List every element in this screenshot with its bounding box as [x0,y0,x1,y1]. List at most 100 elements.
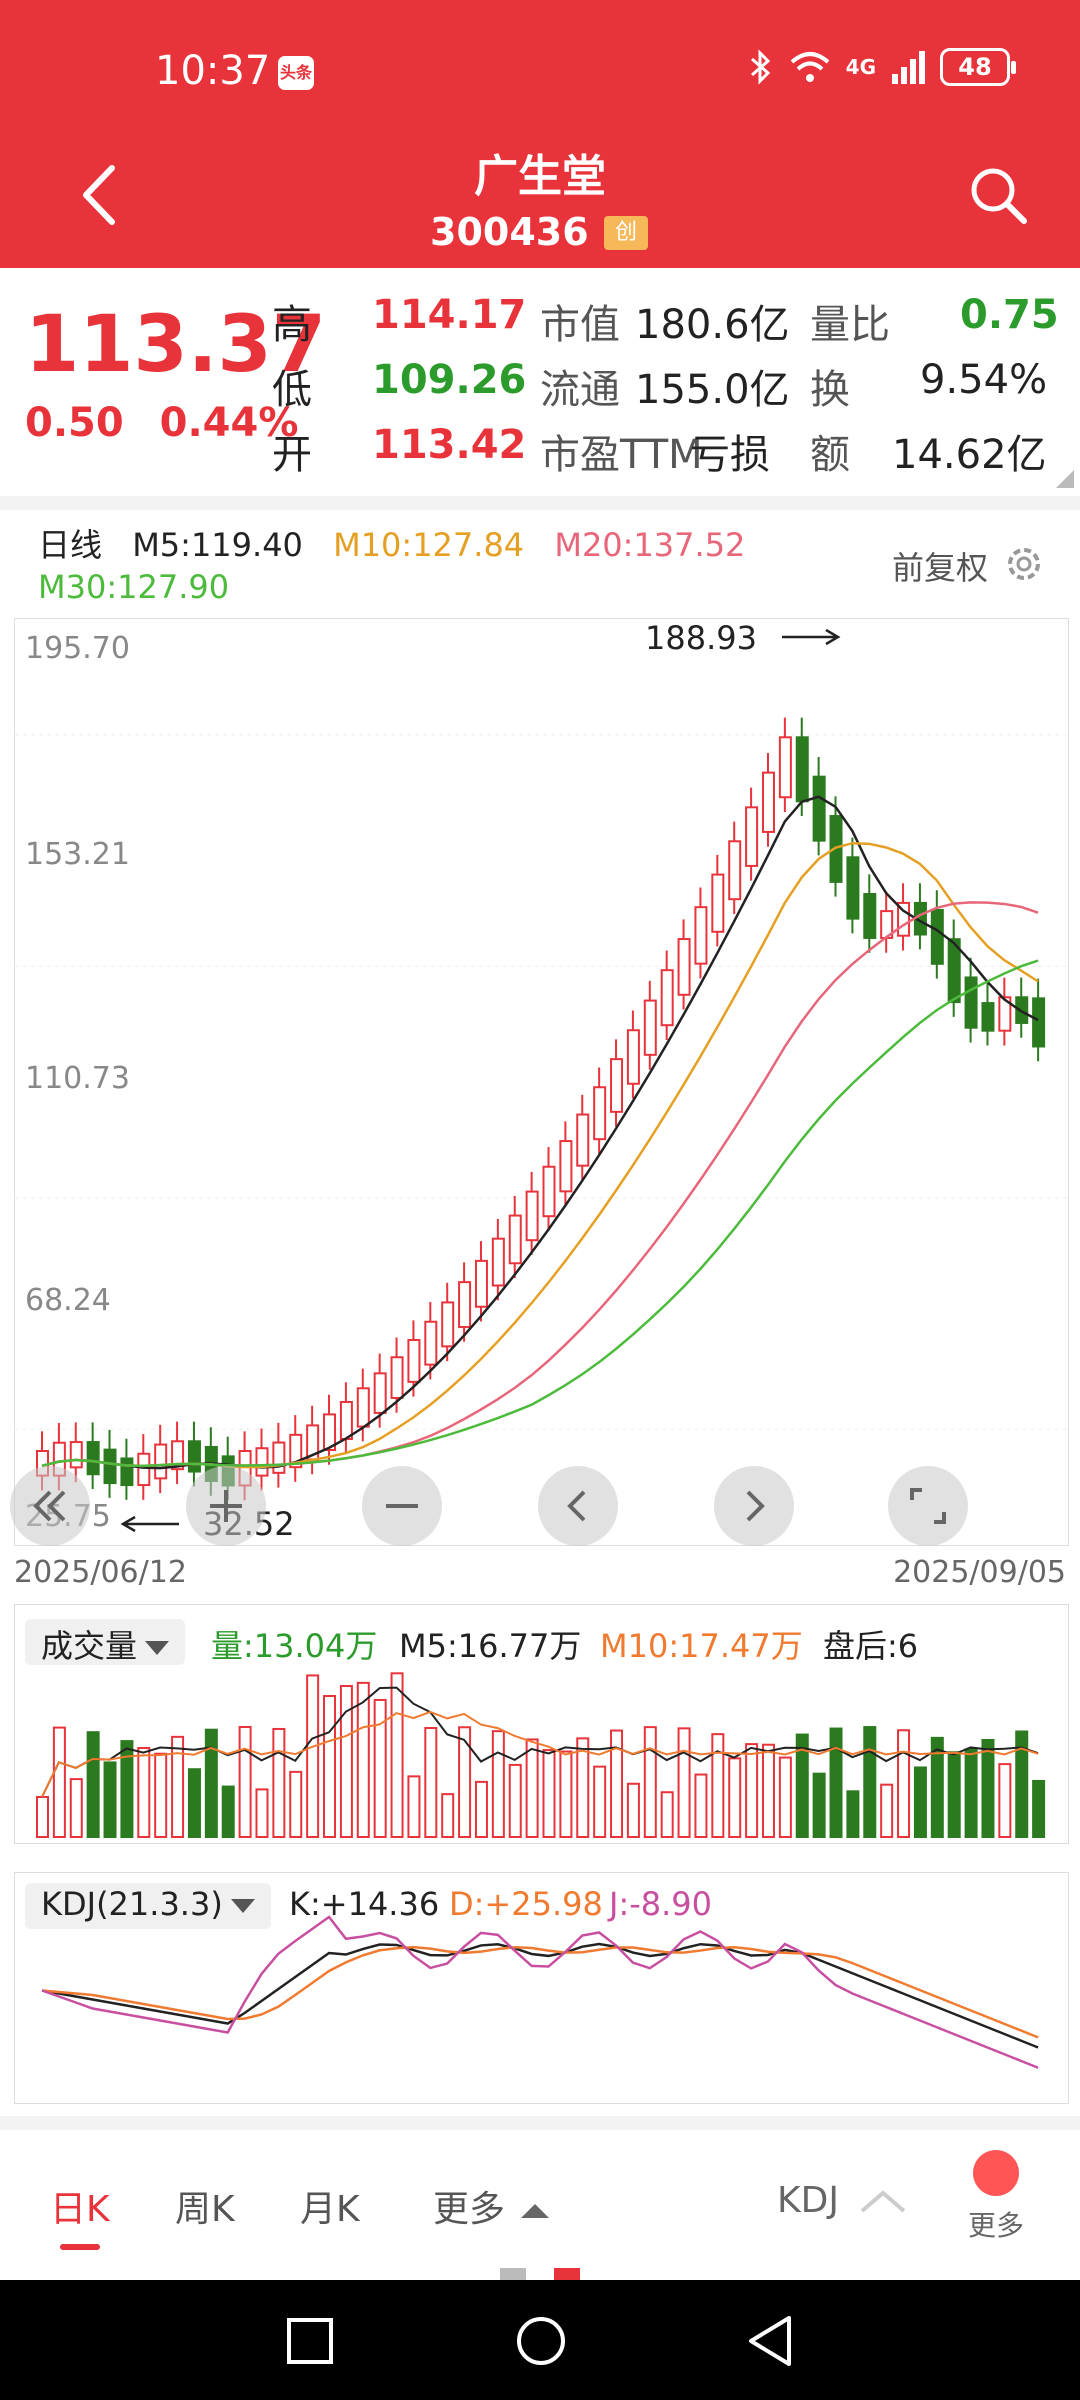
adjust-button[interactable]: 前复权 [892,543,988,589]
chevron-left-icon [567,1490,586,1522]
chevron-right-icon [746,1490,765,1522]
ma30-line [41,959,1039,1468]
ma20-value: M20:137.52 [554,526,746,564]
scroll-start-button[interactable] [10,1466,90,1546]
more-dot-icon [973,2150,1019,2196]
fullscreen-button[interactable] [888,1466,968,1546]
candle-body [964,976,978,1029]
volume-bar [255,1788,269,1838]
volume-bar [508,1763,522,1838]
tab-kdj[interactable]: KDJ [777,2180,908,2221]
volume-bar [458,1726,472,1838]
volume-bar [728,1757,742,1838]
candle-body [69,1441,83,1469]
candle-body [643,999,657,1056]
move-right-button[interactable] [714,1466,794,1546]
candle-body [626,1029,640,1085]
more-menu-button[interactable]: 更多 [960,2150,1032,2244]
candle-body [120,1457,134,1487]
double-chevron-left-icon [33,1490,66,1522]
volume-bar [491,1730,505,1838]
kline-chart[interactable]: 195.70 153.21 110.73 68.24 25.75 188.93 … [14,618,1069,1546]
candle-body [137,1452,151,1487]
volume-panel[interactable]: 成交量 量:13.04万 M5:16.77万 M10:17.47万 盘后:6 [14,1604,1069,1844]
kdj-panel[interactable]: KDJ(21.3.3) K:+14.36 D:+25.98 J:-8.90 [14,1872,1069,2104]
y-tick-label: 153.21 [25,837,130,872]
divider [0,2116,1080,2130]
kdj-d-line [41,1945,1039,2039]
volume-bar [964,1748,978,1838]
candle-body [1032,997,1046,1048]
volume-bar [390,1672,404,1838]
expand-corner-icon[interactable] [1056,470,1074,488]
wifi-icon [790,52,829,82]
high-value: 114.17 [372,292,527,338]
candle-body [390,1356,404,1399]
kline-canvas [15,717,1068,1501]
volume-ratio-label: 量比 [810,302,890,348]
kdj-indicator-select[interactable]: KDJ(21.3.3) [25,1883,271,1929]
volume-bar [846,1790,860,1838]
candle-body [86,1441,100,1476]
tab-more[interactable]: 更多 [433,2180,550,2232]
candle-body [508,1214,522,1265]
volume-bar [289,1770,303,1839]
volume-bar [880,1783,894,1839]
move-left-button[interactable] [538,1466,618,1546]
candle-body [458,1281,472,1329]
candle-body [846,856,860,920]
bluetooth-icon [750,49,770,85]
turnover-value: 9.54% [920,357,1048,403]
fullscreen-icon [910,1488,946,1524]
chevron-up-icon [861,2190,906,2213]
volume-ratio-value: 0.75 [960,292,1059,338]
candle-body [812,775,826,842]
volume-bar [52,1726,66,1838]
nav-back-icon[interactable] [745,2314,795,2368]
amount-label: 额 [810,432,850,478]
volume-bar [323,1695,337,1838]
zoom-in-button[interactable] [186,1466,266,1546]
market-cap-value: 180.6亿 [635,302,790,348]
volume-indicator-select[interactable]: 成交量 [25,1619,186,1665]
volume-bar [103,1761,117,1838]
plus-icon [210,1490,242,1522]
volume-bar [69,1778,83,1838]
volume-bar [643,1726,657,1838]
ma30-value: M30:127.90 [38,568,230,606]
tab-kdj-label: KDJ [777,2180,839,2221]
volume-bar [187,1768,201,1839]
status-time: 10:37 [155,48,271,94]
candle-body [187,1440,201,1473]
price-change: 0.50 0.44% [25,400,298,446]
min-arrow-icon [120,1515,179,1533]
volume-bar [745,1743,759,1838]
settings-gear-icon[interactable] [1002,542,1046,586]
volume-bar [829,1727,843,1838]
low-value: 109.26 [372,357,527,403]
volume-bar [542,1749,556,1838]
kdj-indicator-label: KDJ(21.3.3) [41,1885,223,1923]
max-price-label: 188.93 [645,619,757,657]
tab-day-k[interactable]: 日K [50,2180,110,2232]
volume-bar [424,1727,438,1838]
active-tab-indicator [60,2244,100,2250]
volume-bar [441,1793,455,1839]
page-indicator [500,2268,580,2280]
candle-body [711,873,725,933]
zoom-out-button[interactable] [362,1466,442,1546]
search-icon[interactable] [966,163,1030,227]
candle-body [373,1372,387,1414]
volume-bar [171,1735,185,1838]
change-value: 0.50 [25,400,124,446]
tab-month-k[interactable]: 月K [300,2180,360,2232]
status-icons: 4G 48 [748,48,1016,86]
volume-bar [204,1728,218,1838]
candle-body [154,1443,168,1480]
volume-bar [576,1737,590,1838]
tab-week-k[interactable]: 周K [175,2180,235,2232]
recent-apps-icon[interactable] [285,2316,335,2366]
candle-body [795,736,809,803]
volume-bar [221,1785,235,1838]
home-icon[interactable] [514,2314,568,2368]
